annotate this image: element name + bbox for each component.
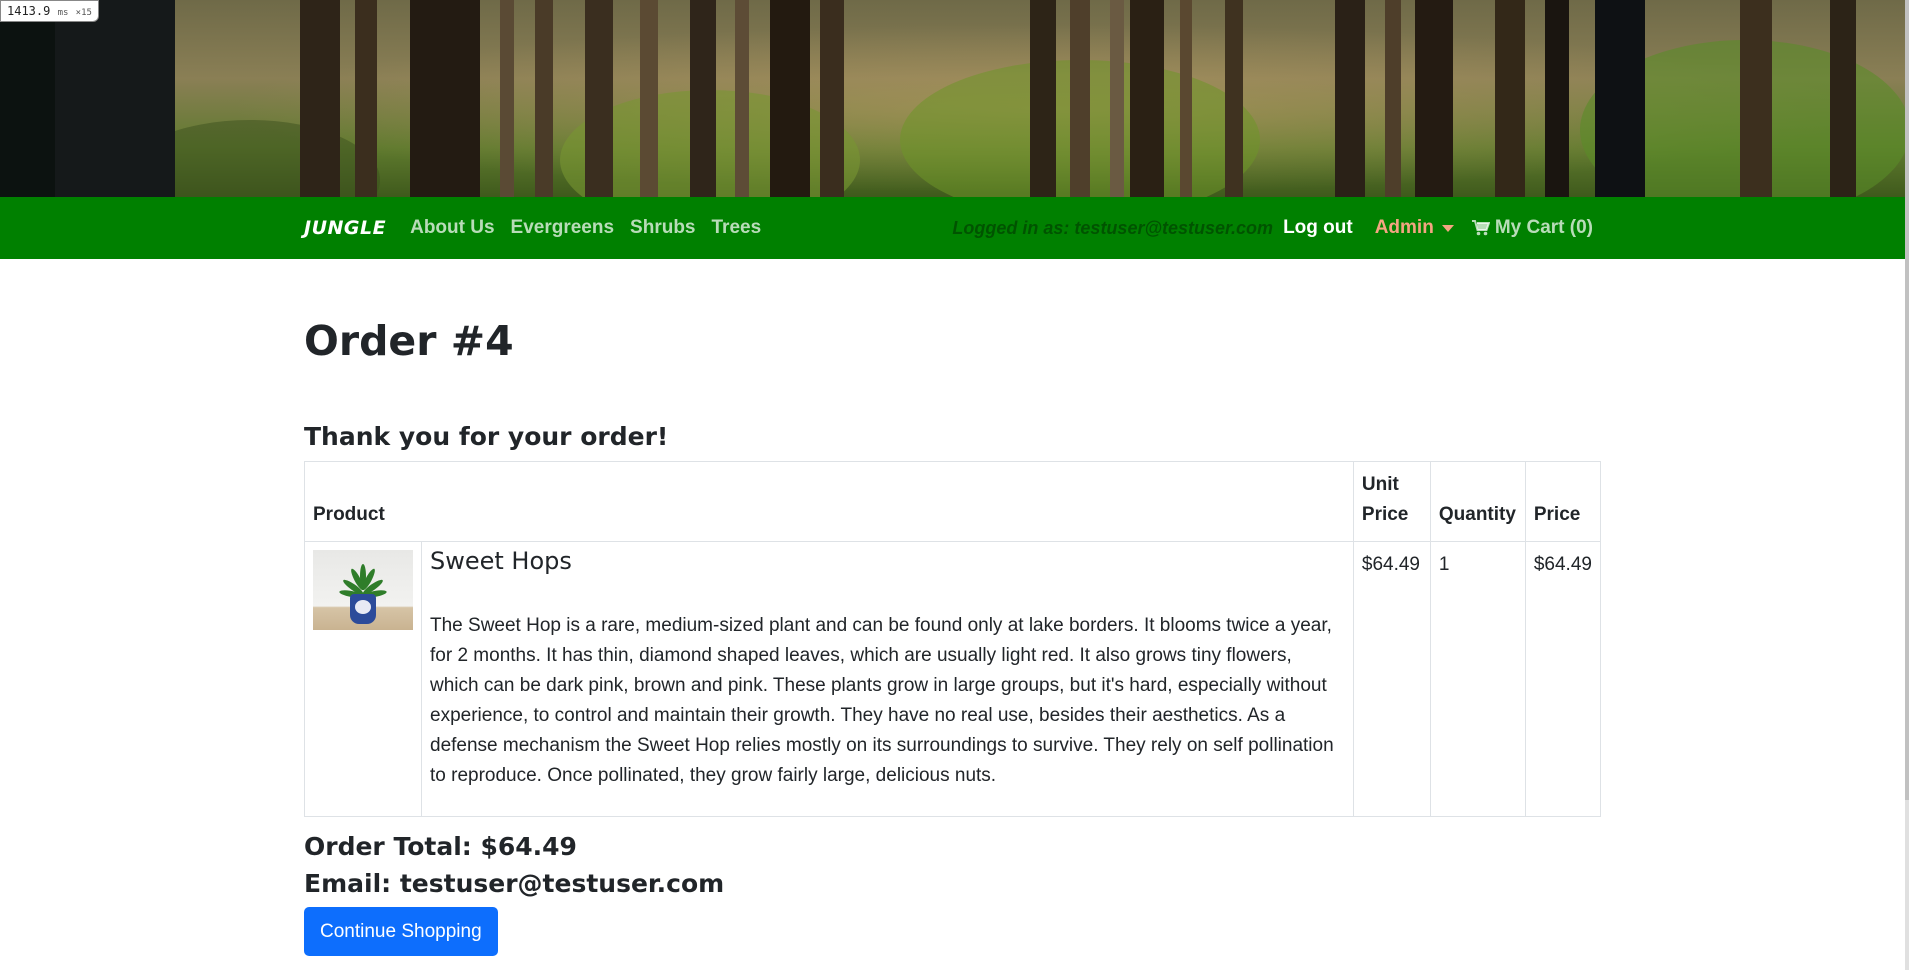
admin-label: Admin xyxy=(1374,217,1434,238)
nav-link-shrubs[interactable]: Shrubs xyxy=(630,217,695,239)
header-product: Product xyxy=(304,461,1354,542)
product-image-cell xyxy=(304,541,422,817)
chevron-down-icon xyxy=(1441,224,1454,232)
order-items-table: Product Unit Price Quantity Price Sweet … xyxy=(304,461,1602,817)
logged-in-status: Logged in as: testuser@testuser.com xyxy=(952,217,1274,238)
product-details-cell: Sweet Hops The Sweet Hop is a rare, medi… xyxy=(421,541,1354,817)
render-timing-unit: ms xyxy=(57,8,69,18)
product-description: The Sweet Hop is a rare, medium-sized pl… xyxy=(430,615,1334,786)
brand-logo[interactable]: JUNGLE xyxy=(304,217,386,239)
page-title: Order #4 xyxy=(304,317,514,365)
render-timing-suffix: ×15 xyxy=(75,8,92,18)
logout-link[interactable]: Log out xyxy=(1283,217,1353,239)
nav-link-evergreens[interactable]: Evergreens xyxy=(511,217,615,239)
unit-price-cell: $64.49 xyxy=(1352,541,1431,817)
product-name: Sweet Hops xyxy=(430,547,572,575)
main-navbar: JUNGLE About Us Evergreens Shrubs Trees … xyxy=(0,197,1905,259)
table-row: Sweet Hops The Sweet Hop is a rare, medi… xyxy=(304,541,1602,817)
shopping-cart-icon xyxy=(1471,220,1490,236)
table-header-row: Product Unit Price Quantity Price xyxy=(304,461,1602,542)
render-timing-badge: 1413.9 ms ×15 xyxy=(0,0,99,22)
nav-link-trees[interactable]: Trees xyxy=(712,217,762,239)
continue-shopping-button[interactable]: Continue Shopping xyxy=(304,907,498,956)
render-timing-value: 1413.9 xyxy=(7,4,51,18)
header-price: Price xyxy=(1524,461,1602,542)
quantity-cell: 1 xyxy=(1429,541,1526,817)
product-image xyxy=(313,550,413,630)
nav-link-about-us[interactable]: About Us xyxy=(410,217,494,239)
order-content: Order #4 Thank you for your order! Produ… xyxy=(304,259,1602,956)
header-unit-price: Unit Price xyxy=(1352,461,1431,542)
order-total: Order Total: $64.49 xyxy=(304,832,577,861)
order-email: Email: testuser@testuser.com xyxy=(304,869,725,898)
forest-banner-image xyxy=(0,0,1905,197)
cart-link[interactable]: My Cart (0) xyxy=(1471,217,1593,239)
admin-dropdown[interactable]: Admin xyxy=(1375,217,1454,239)
page-scrollbar[interactable] xyxy=(1905,0,1909,970)
header-quantity: Quantity xyxy=(1429,461,1526,542)
price-cell: $64.49 xyxy=(1524,541,1602,817)
cart-label: My Cart (0) xyxy=(1494,217,1593,238)
thank-you-heading: Thank you for your order! xyxy=(304,422,669,451)
